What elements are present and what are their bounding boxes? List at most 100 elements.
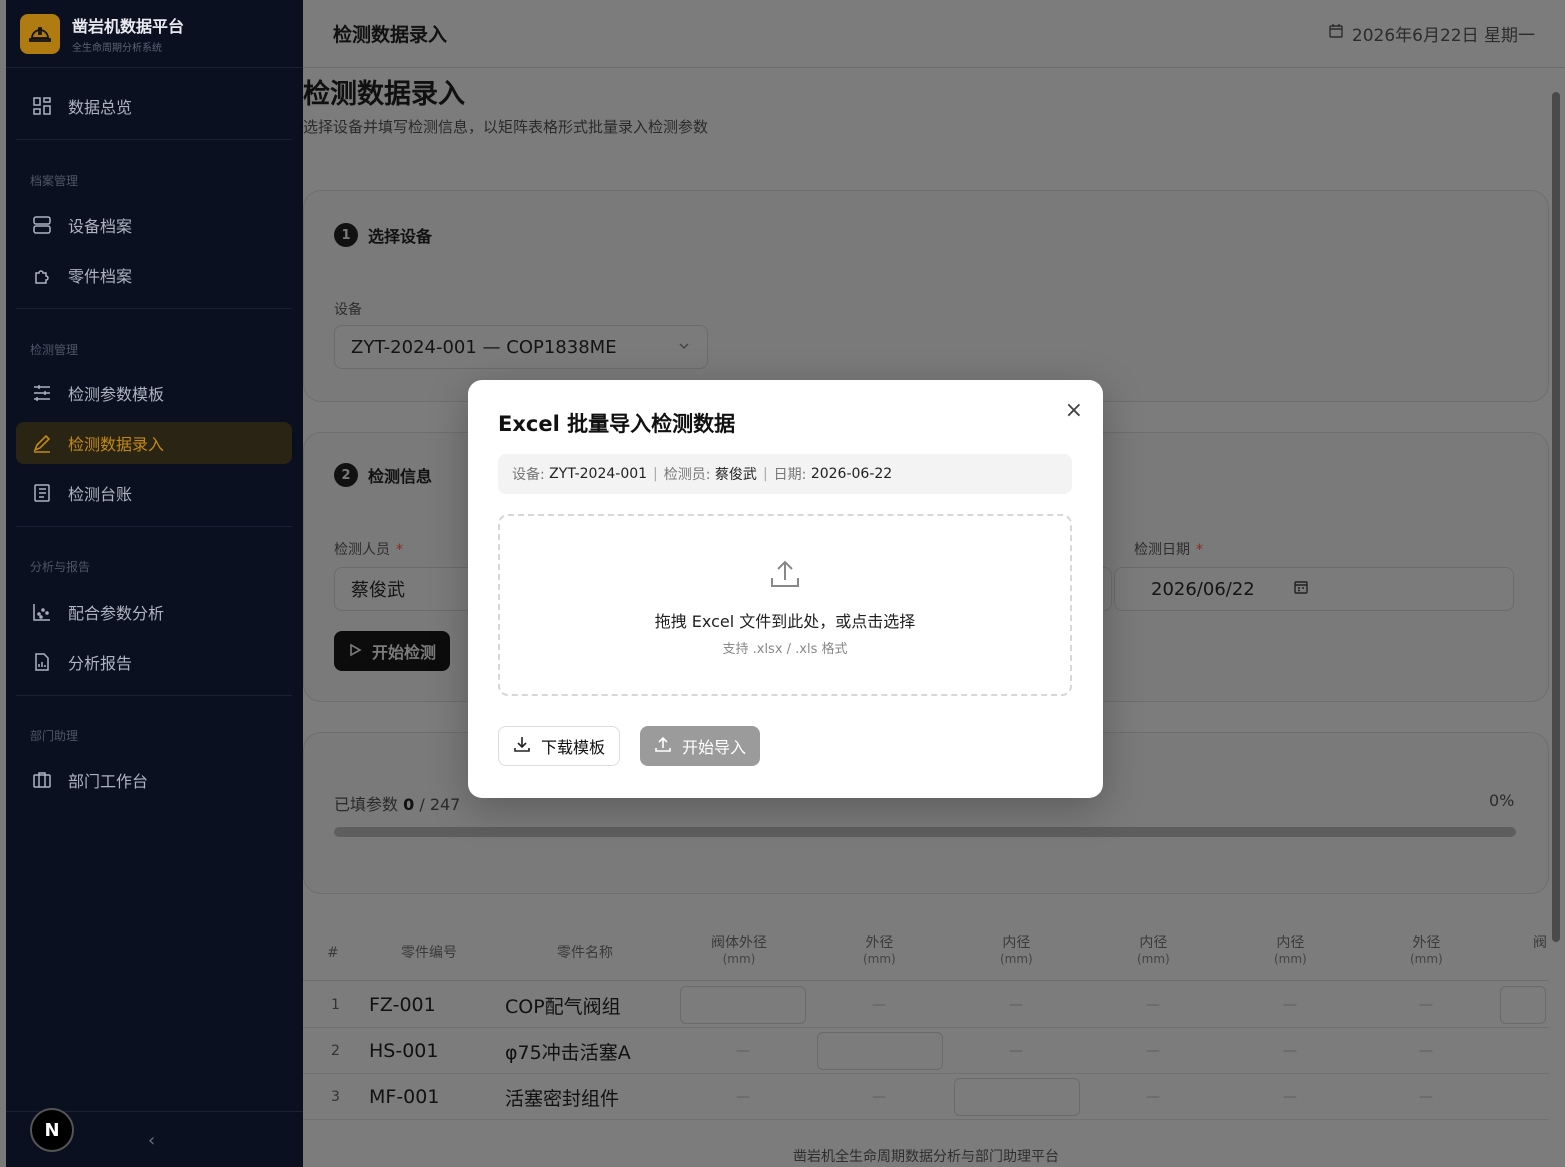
footer-text: 凿岩机全生命周期数据分析与部门助理平台 [793, 1149, 1059, 1165]
ledger-icon [30, 481, 54, 505]
progress-percent: 0% [1489, 791, 1515, 810]
col-header: 阀 [1533, 935, 1547, 951]
divider [16, 139, 292, 140]
collapse-sidebar-button[interactable]: ‹ [148, 1130, 155, 1151]
cell-input[interactable] [954, 1078, 1080, 1116]
nav-dept-workbench-label: 部门工作台 [68, 772, 149, 791]
empty-cell: — [1146, 997, 1160, 1013]
row-index: 1 [331, 997, 340, 1013]
start-import-button[interactable]: 开始导入 [640, 726, 761, 766]
scrollbar[interactable] [1551, 72, 1561, 1132]
device-label: 设备 [334, 302, 362, 318]
empty-cell: — [1419, 1089, 1433, 1105]
page-subtitle: 选择设备并填写检测信息，以矩阵表格形式批量录入检测参数 [303, 118, 709, 136]
info-inspector: 蔡俊武 [714, 467, 757, 483]
col-header: 零件名称 [557, 945, 613, 961]
nav-equipment-archive[interactable]: 设备档案 [16, 204, 292, 246]
topbar: 检测数据录入 2026年6月22日 星期一 [303, 0, 1565, 68]
date-value: 2026/06/22 [1151, 578, 1255, 600]
step-number: 1 [334, 223, 358, 247]
empty-cell: — [872, 1089, 886, 1105]
empty-cell: — [1283, 997, 1297, 1013]
step-2-header: 2 检测信息 [334, 463, 432, 487]
server-icon [30, 213, 54, 237]
sidebar-footer: N ‹ [6, 1108, 303, 1167]
inspector-value: 蔡俊武 [351, 580, 405, 601]
date-input[interactable]: 2026/06/22 [1114, 567, 1514, 611]
nav-overview[interactable]: 数据总览 [16, 85, 292, 127]
empty-cell: — [736, 1043, 750, 1059]
modal-info-bar: 设备: ZYT-2024-001 | 检测员: 蔡俊武 | 日期: 2026-0… [498, 454, 1072, 494]
nav-group-dept: 部门助理 [30, 729, 79, 743]
pencil-icon [30, 431, 54, 455]
step-title: 检测信息 [368, 467, 433, 486]
avatar[interactable]: N [30, 1108, 74, 1152]
cell-input[interactable] [1500, 986, 1546, 1024]
scrollbar-thumb[interactable] [1552, 92, 1560, 942]
col-header: 外径 (mm) [863, 935, 896, 966]
col-header: 内径 (mm) [1000, 935, 1033, 966]
device-select[interactable]: ZYT-2024-001 — COP1838ME [334, 325, 708, 369]
topbar-date-text: 2026年6月22日 星期一 [1351, 26, 1535, 46]
cell-input[interactable] [817, 1032, 943, 1070]
grid-icon [30, 94, 54, 118]
empty-cell: — [1283, 1089, 1297, 1105]
calendar-icon [1328, 23, 1344, 44]
nav-analysis-report-label: 分析报告 [68, 654, 133, 673]
nav-group-archive: 档案管理 [30, 174, 79, 188]
nav-analysis-report[interactable]: 分析报告 [16, 641, 292, 683]
device-select-value: ZYT-2024-001 — COP1838ME [351, 336, 617, 358]
dropzone-text: 拖拽 Excel 文件到此处，或点击选择 [654, 612, 916, 631]
brand-title: 凿岩机数据平台 [72, 17, 185, 36]
cell-input[interactable] [680, 986, 806, 1024]
start-inspection-button[interactable]: 开始检测 [334, 631, 451, 671]
topbar-title: 检测数据录入 [333, 24, 448, 46]
nav-param-template[interactable]: 检测参数模板 [16, 372, 292, 414]
report-icon [30, 650, 54, 674]
nav-part-archive-label: 零件档案 [68, 267, 133, 286]
col-header: 零件编号 [401, 945, 457, 961]
briefcase-icon [30, 768, 54, 792]
nav-ledger[interactable]: 检测台账 [16, 472, 292, 514]
empty-cell: — [1283, 1043, 1297, 1059]
upload-icon [767, 556, 803, 596]
file-dropzone[interactable]: 拖拽 Excel 文件到此处，或点击选择 支持 .xlsx / .xls 格式 [498, 514, 1072, 696]
nav-overview-label: 数据总览 [68, 98, 133, 117]
step-number: 2 [334, 463, 358, 487]
calendar-icon[interactable] [1293, 579, 1309, 600]
col-header: # [327, 945, 339, 961]
progress-text: 已填参数 0 / 247 [334, 795, 461, 814]
helmet-logo-icon [20, 13, 60, 54]
nav-group-inspection: 检测管理 [30, 343, 79, 357]
table-row: 3 MF-001 活塞密封组件 — — — — — [303, 1074, 1549, 1120]
empty-cell: — [736, 1089, 750, 1105]
divider [16, 695, 292, 696]
part-code: MF-001 [369, 1086, 440, 1108]
card-select-device: 1 选择设备 设备 ZYT-2024-001 — COP1838ME [303, 190, 1549, 402]
table-header: # 零件编号 零件名称 阀体外径 (mm) 外径 (mm) 内径 (mm) 内径 (mm… [303, 925, 1549, 981]
empty-cell: — [1419, 997, 1433, 1013]
part-name: 活塞密封组件 [505, 1087, 620, 1110]
close-icon[interactable]: × [1065, 398, 1083, 423]
sidebar: 凿岩机数据平台 全生命周期分析系统 数据总览 档案管理 设备档案 零件档案 检测… [6, 0, 303, 1167]
nav-dept-workbench[interactable]: 部门工作台 [16, 759, 292, 801]
nav-fit-analysis[interactable]: 配合参数分析 [16, 591, 292, 633]
inspector-label: 检测人员 * [334, 542, 403, 558]
start-inspection-label: 开始检测 [372, 643, 437, 662]
divider [16, 308, 292, 309]
part-name: φ75冲击活塞A [505, 1041, 631, 1064]
empty-cell: — [1419, 1043, 1433, 1059]
empty-cell: — [1146, 1043, 1160, 1059]
info-date: 2026-06-22 [810, 466, 893, 482]
col-header: 内径 (mm) [1274, 935, 1307, 966]
nav-part-archive[interactable]: 零件档案 [16, 254, 292, 296]
part-name: COP配气阀组 [505, 995, 621, 1018]
brand: 凿岩机数据平台 全生命周期分析系统 [6, 0, 303, 68]
nav-data-entry[interactable]: 检测数据录入 [16, 422, 292, 464]
upload-icon [654, 735, 672, 757]
puzzle-icon [30, 263, 54, 287]
step-1-header: 1 选择设备 [334, 223, 432, 247]
download-template-button[interactable]: 下载模板 [498, 726, 621, 766]
play-icon [348, 642, 362, 661]
step-title: 选择设备 [368, 227, 433, 246]
